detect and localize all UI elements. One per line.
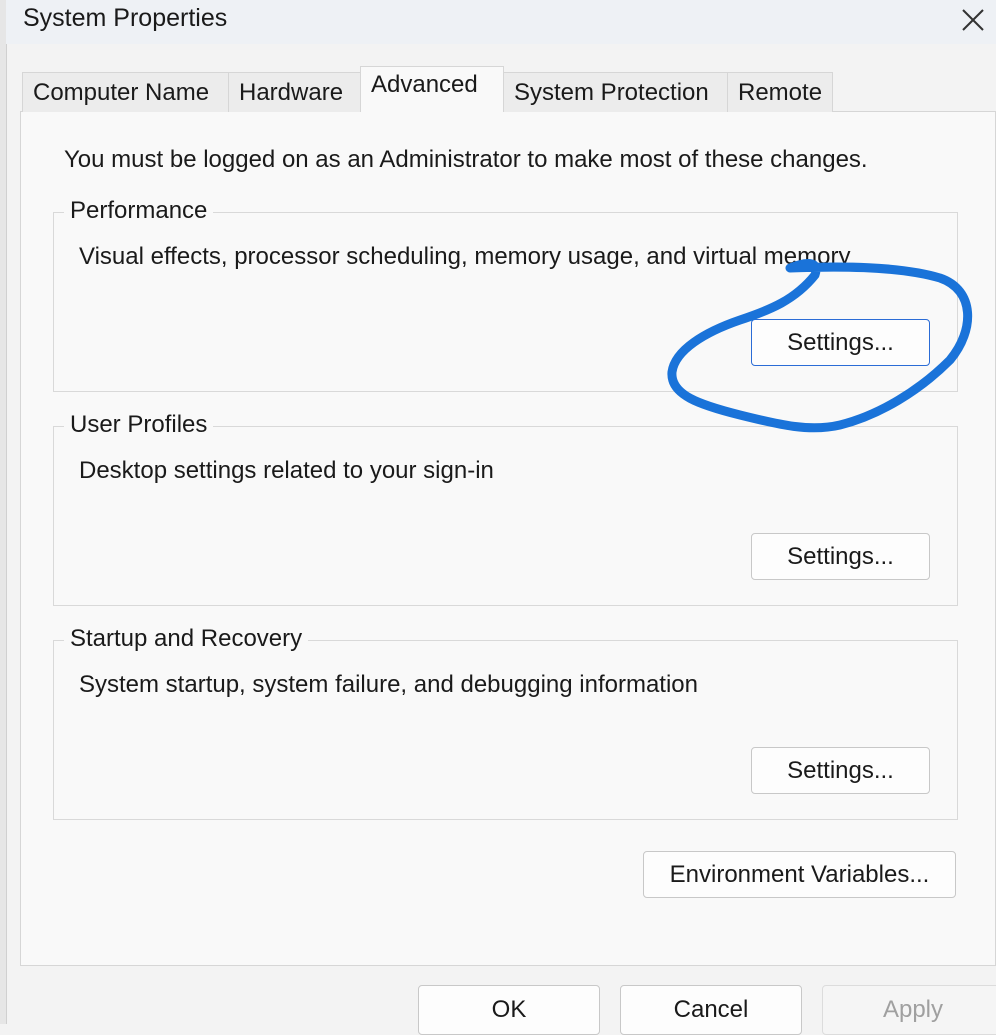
close-icon bbox=[962, 9, 984, 31]
admin-note: You must be logged on as an Administrato… bbox=[64, 146, 868, 173]
performance-title: Performance bbox=[64, 197, 214, 225]
system-properties-window: System Properties Computer Name Hardware… bbox=[0, 0, 996, 1035]
close-button[interactable] bbox=[950, 0, 996, 40]
cancel-button[interactable]: Cancel bbox=[620, 985, 802, 1035]
startup-recovery-title: Startup and Recovery bbox=[64, 625, 309, 653]
ok-button[interactable]: OK bbox=[418, 985, 600, 1035]
tab-remote[interactable]: Remote bbox=[727, 72, 833, 112]
window-edge bbox=[0, 0, 7, 1024]
tab-advanced[interactable]: Advanced bbox=[360, 66, 504, 112]
tab-computer-name[interactable]: Computer Name bbox=[22, 72, 229, 112]
performance-settings-button[interactable]: Settings... bbox=[751, 319, 930, 366]
user-profiles-description: Desktop settings related to your sign-in bbox=[79, 457, 494, 484]
startup-recovery-description: System startup, system failure, and debu… bbox=[79, 671, 698, 698]
apply-button[interactable]: Apply bbox=[822, 985, 996, 1035]
title-bar: System Properties bbox=[6, 0, 996, 44]
window-title: System Properties bbox=[23, 4, 228, 32]
environment-variables-button[interactable]: Environment Variables... bbox=[643, 851, 956, 898]
startup-recovery-settings-button[interactable]: Settings... bbox=[751, 747, 930, 794]
performance-description: Visual effects, processor scheduling, me… bbox=[79, 243, 851, 270]
tab-strip: Computer Name Hardware Advanced System P… bbox=[22, 66, 833, 112]
tab-hardware[interactable]: Hardware bbox=[228, 72, 361, 112]
user-profiles-settings-button[interactable]: Settings... bbox=[751, 533, 930, 580]
user-profiles-title: User Profiles bbox=[64, 411, 214, 439]
tab-system-protection[interactable]: System Protection bbox=[503, 72, 728, 112]
